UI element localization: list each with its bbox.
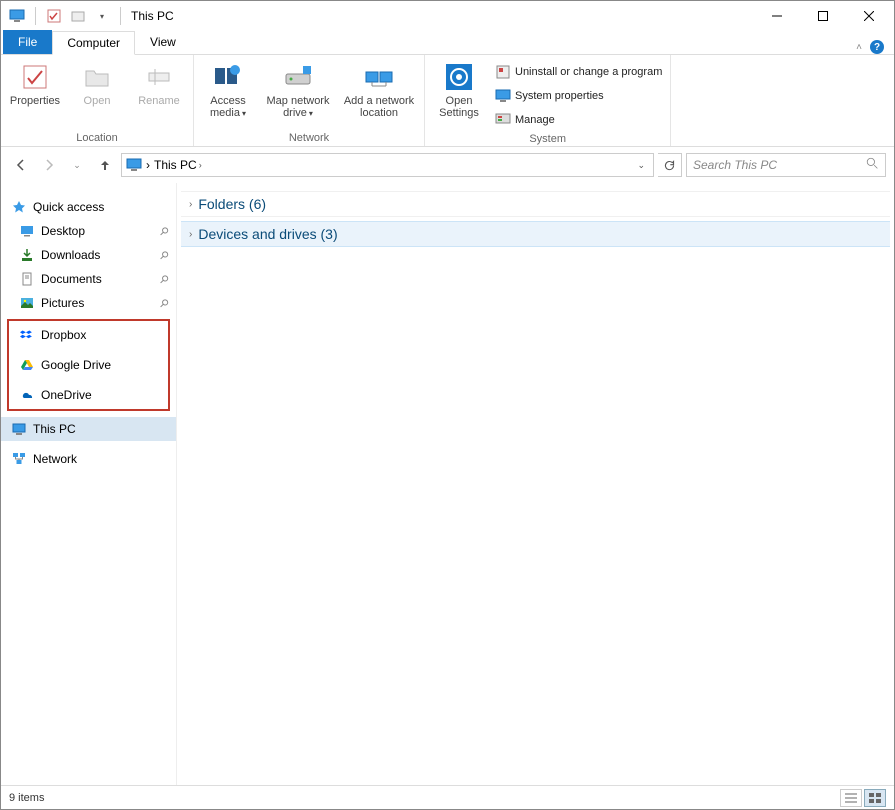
system-properties-button[interactable]: System properties: [493, 85, 664, 107]
add-network-location-button[interactable]: Add a network location: [340, 59, 418, 121]
close-button[interactable]: [846, 1, 892, 31]
new-folder-qat-icon[interactable]: [68, 6, 88, 26]
ribbon-group-system-label: System: [431, 131, 664, 145]
tab-view[interactable]: View: [135, 30, 191, 54]
details-view-button[interactable]: [840, 789, 862, 807]
ribbon-group-network-label: Network: [200, 130, 418, 144]
sidebar-item-this-pc[interactable]: This PC: [1, 417, 176, 441]
maximize-button[interactable]: [800, 1, 846, 31]
rename-button: Rename: [131, 59, 187, 109]
uninstall-program-button[interactable]: Uninstall or change a program: [493, 61, 664, 83]
ribbon-group-location: Properties Open Rename Location: [1, 55, 194, 146]
sidebar-item-documents[interactable]: Documents ⚲: [1, 267, 176, 291]
onedrive-icon: [19, 387, 35, 403]
status-item-count: 9 items: [9, 792, 44, 804]
ribbon-group-location-label: Location: [7, 130, 187, 144]
tab-computer[interactable]: Computer: [52, 31, 135, 55]
nav-recent-dropdown[interactable]: ⌄: [65, 153, 89, 177]
chevron-right-icon[interactable]: ›: [146, 158, 150, 172]
downloads-icon: [19, 247, 35, 263]
google-drive-icon: [19, 357, 35, 373]
chevron-right-icon[interactable]: ›: [199, 160, 202, 170]
dropbox-icon: [19, 327, 35, 343]
quick-access-toolbar: ▾: [3, 6, 125, 26]
open-button: Open: [69, 59, 125, 109]
minimize-button[interactable]: [754, 1, 800, 31]
search-icon: [866, 157, 879, 173]
pin-icon: ⚲: [157, 248, 172, 263]
address-bar-row: ⌄ › This PC › ⌄: [1, 147, 894, 183]
view-toggle: [840, 789, 886, 807]
help-icon[interactable]: ?: [870, 40, 884, 54]
properties-button[interactable]: Properties: [7, 59, 63, 109]
sidebar-item-google-drive[interactable]: Google Drive: [9, 353, 168, 377]
breadcrumb-segment[interactable]: This PC ›: [154, 158, 202, 172]
window-title: This PC: [131, 9, 174, 23]
refresh-button[interactable]: [658, 153, 682, 177]
group-folders[interactable]: › Folders (6): [181, 191, 890, 217]
desktop-icon: [19, 223, 35, 239]
ribbon-group-network: Access media Map network drive Add a net…: [194, 55, 425, 146]
search-box[interactable]: [686, 153, 886, 177]
pin-icon: ⚲: [157, 272, 172, 287]
sidebar-highlighted-section: Dropbox Google Drive OneDrive: [7, 319, 170, 411]
pc-monitor-icon: [11, 421, 27, 437]
manage-button[interactable]: Manage: [493, 109, 664, 131]
navigation-pane: Quick access Desktop ⚲ Downloads ⚲ Docum…: [1, 183, 177, 785]
sidebar-item-network[interactable]: Network: [1, 447, 176, 471]
pc-monitor-icon: [126, 157, 142, 173]
chevron-right-icon: ›: [189, 199, 192, 210]
large-icons-view-button[interactable]: [864, 789, 886, 807]
title-bar: ▾ This PC: [1, 1, 894, 31]
collapse-ribbon-icon[interactable]: ˄: [856, 42, 862, 53]
search-input[interactable]: [693, 158, 866, 172]
sidebar-item-desktop[interactable]: Desktop ⚲: [1, 219, 176, 243]
sidebar-item-downloads[interactable]: Downloads ⚲: [1, 243, 176, 267]
sidebar-item-dropbox[interactable]: Dropbox: [9, 323, 168, 347]
ribbon-group-system: Open Settings Uninstall or change a prog…: [425, 55, 671, 146]
content-area: › Folders (6) › Devices and drives (3): [177, 183, 894, 785]
network-icon: [11, 451, 27, 467]
sidebar-item-onedrive[interactable]: OneDrive: [9, 383, 168, 407]
nav-back-button[interactable]: [9, 153, 33, 177]
sidebar-item-pictures[interactable]: Pictures ⚲: [1, 291, 176, 315]
ribbon: Properties Open Rename Location Access m…: [1, 55, 894, 147]
qat-dropdown-icon[interactable]: ▾: [92, 6, 112, 26]
nav-up-button[interactable]: [93, 153, 117, 177]
documents-icon: [19, 271, 35, 287]
status-bar: 9 items: [1, 785, 894, 809]
pin-icon: ⚲: [157, 224, 172, 239]
star-icon: [11, 199, 27, 215]
pictures-icon: [19, 295, 35, 311]
group-devices-and-drives[interactable]: › Devices and drives (3): [181, 221, 890, 247]
pin-icon: ⚲: [157, 296, 172, 311]
map-network-drive-button[interactable]: Map network drive: [262, 59, 334, 121]
sidebar-item-quick-access[interactable]: Quick access: [1, 195, 176, 219]
breadcrumb[interactable]: › This PC › ⌄: [121, 153, 654, 177]
tab-file[interactable]: File: [3, 30, 52, 54]
ribbon-tabs: File Computer View ˄ ?: [1, 31, 894, 55]
nav-forward-button[interactable]: [37, 153, 61, 177]
properties-qat-icon[interactable]: [44, 6, 64, 26]
breadcrumb-history-dropdown[interactable]: ⌄: [637, 160, 649, 171]
open-settings-button[interactable]: Open Settings: [431, 59, 487, 121]
access-media-button[interactable]: Access media: [200, 59, 256, 121]
pc-monitor-icon: [7, 6, 27, 26]
chevron-right-icon: ›: [189, 229, 192, 240]
